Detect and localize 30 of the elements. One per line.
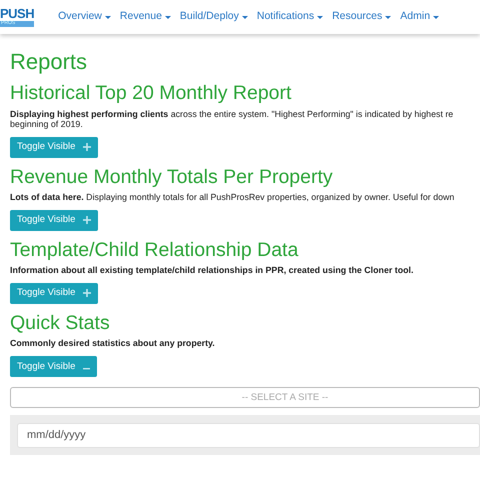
nav-menu-link[interactable]: Revenue xyxy=(120,9,171,25)
caret-icon xyxy=(385,16,392,18)
section-description: Displaying highest performing clients across the entire system. "Highest Performing" is indicated by highest re beginning of 2019. xyxy=(10,108,454,129)
plus-icon xyxy=(83,143,92,152)
section-description: Lots of data here. Displaying monthly totals for all PushProsRev properties, organized by owner. Useful for down xyxy=(10,192,456,202)
caret-icon xyxy=(164,16,171,18)
nav-menu-link[interactable]: Resources xyxy=(332,9,392,25)
section-description: Information about all existing template/child relationships in PPR, created using the Cloner tool. xyxy=(10,265,414,276)
toggle-visible-button[interactable]: Toggle Visible xyxy=(10,356,98,378)
page-title: Reports xyxy=(10,50,88,74)
section-heading: Historical Top 20 Monthly Report xyxy=(10,82,292,105)
section-heading: Revenue Monthly Totals Per Property xyxy=(10,166,334,188)
caret-icon xyxy=(317,16,324,18)
toggle-visible-button[interactable]: Toggle Visible xyxy=(10,136,98,158)
plus-icon xyxy=(83,216,92,224)
toggle-visible-button[interactable]: Toggle Visible xyxy=(10,210,98,231)
nav-menu-link[interactable]: Overview xyxy=(58,9,111,25)
caret-icon xyxy=(242,16,248,18)
plus-icon xyxy=(83,289,92,298)
date-field[interactable]: mm/dd/yyyy xyxy=(17,422,480,448)
site-select[interactable]: -- SELECT A SITE -- xyxy=(10,387,480,408)
nav-menu-link[interactable]: Build/Deploy xyxy=(180,9,248,25)
section-description: Commonly desired statistics about any property. xyxy=(10,338,216,349)
nav-menu-link[interactable]: Notifications xyxy=(256,9,324,25)
section-heading: Template/Child Relationship Data xyxy=(10,238,300,262)
nav-menu-link[interactable]: Admin xyxy=(400,9,440,25)
toggle-visible-button[interactable]: Toggle Visible xyxy=(10,282,98,304)
caret-icon xyxy=(104,16,111,18)
section-heading: Quick Stats xyxy=(10,312,111,334)
caret-icon xyxy=(433,16,440,18)
